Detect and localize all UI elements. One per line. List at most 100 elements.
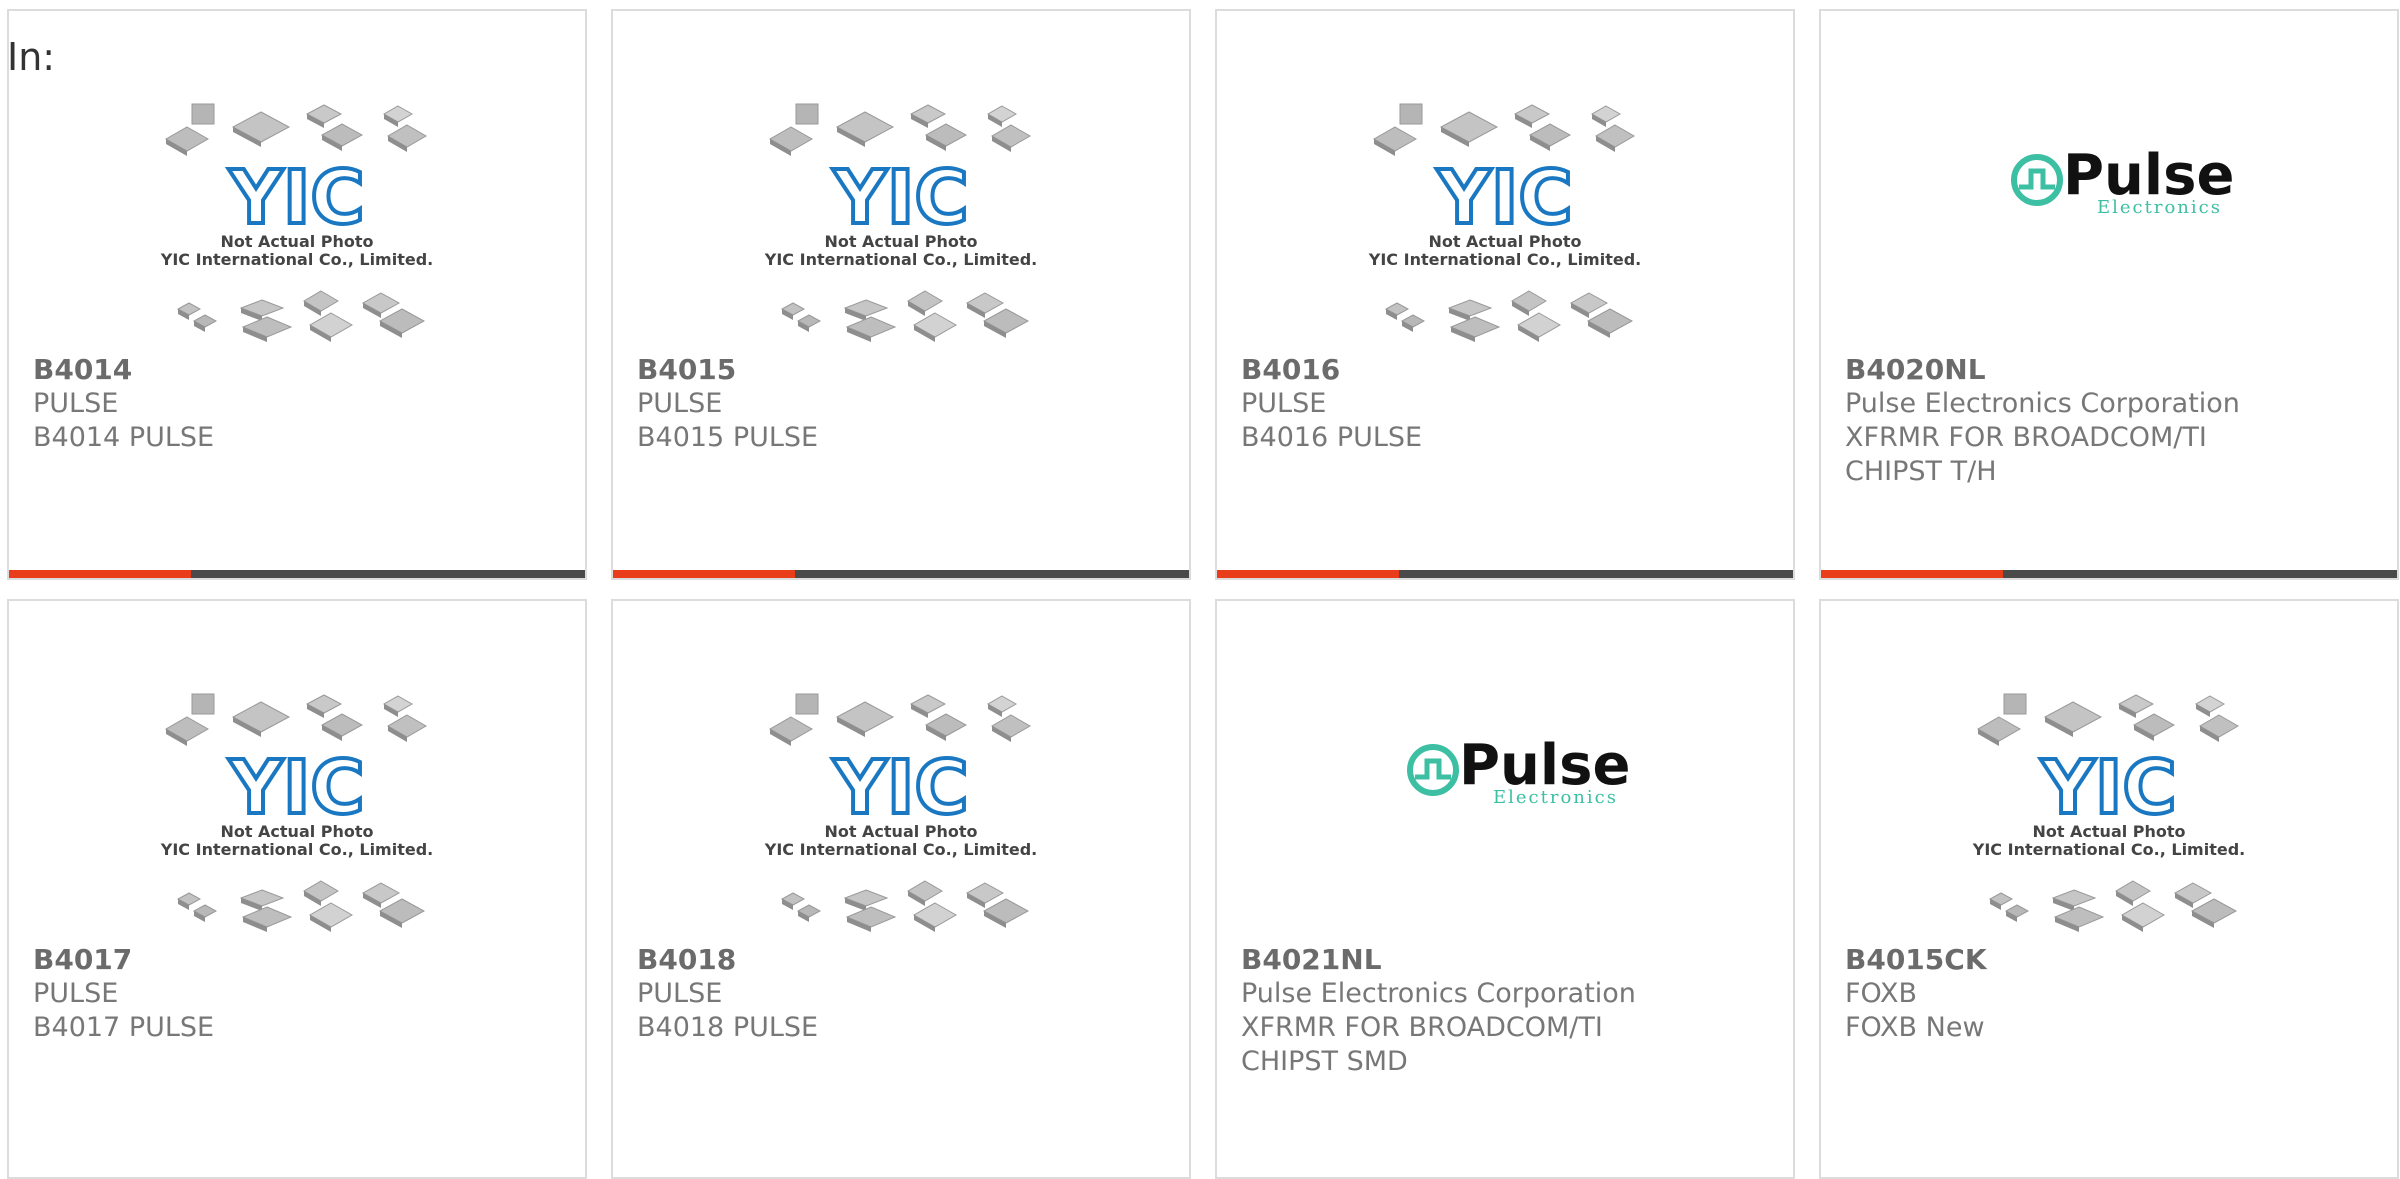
card-accent-bar	[1217, 570, 1399, 578]
product-card[interactable]: YIC Not Actual Photo YIC International Co.…	[611, 599, 1191, 1179]
product-card[interactable]: YIC Not Actual Photo YIC International Co.…	[7, 9, 587, 580]
product-image[interactable]: YIC Not Actual Photo YIC International Co.…	[613, 601, 1189, 941]
yic-placeholder-image: YICNot Actual PhotoYIC International Co.…	[764, 103, 1037, 342]
yic-company-text: YIC International Co., Limited.	[160, 250, 433, 269]
card-bottom-bar	[1821, 570, 2397, 578]
product-card[interactable]: YIC Not Actual Photo YIC International Co.…	[1819, 599, 2399, 1179]
chip-square	[2003, 693, 2027, 715]
yic-company-text: YIC International Co., Limited.	[764, 840, 1037, 859]
not-actual-photo-text: Not Actual Photo	[220, 822, 373, 841]
yic-placeholder-image: YICNot Actual PhotoYIC International Co.…	[160, 693, 433, 932]
yic-company-text: YIC International Co., Limited.	[764, 250, 1037, 269]
card-bottom-bar	[9, 570, 585, 578]
product-image[interactable]: YIC Not Actual Photo YIC International Co.…	[9, 601, 585, 941]
part-number[interactable]: B4018	[637, 943, 1157, 977]
pulse-logo-sub: Electronics	[2097, 197, 2222, 218]
manufacturer: Pulse Electronics Corporation	[1241, 978, 1636, 1009]
chip-group-bottom	[1384, 290, 1634, 342]
yic-logo: YIC	[228, 745, 364, 831]
product-image[interactable]: YIC Not Actual Photo YIC International Co.…	[1217, 11, 1793, 351]
chip-square	[1399, 103, 1423, 125]
part-number[interactable]: B4016	[1241, 353, 1761, 387]
chip-shape	[835, 701, 895, 733]
yic-placeholder-image: YICNot Actual PhotoYIC International Co.…	[1972, 693, 2245, 932]
pulse-logo-circle	[1407, 744, 1459, 796]
yic-placeholder-image: YICNot Actual PhotoYIC International Co.…	[160, 103, 433, 342]
product-card[interactable]: YIC Not Actual Photo YIC International Co.…	[7, 599, 587, 1179]
chip-group-top	[768, 693, 1031, 746]
description: B4015 PULSE	[637, 422, 819, 453]
part-number[interactable]: B4015	[637, 353, 1157, 387]
chip-group-bottom	[780, 290, 1030, 342]
chip-shape	[1439, 111, 1499, 143]
chip-group-top	[164, 693, 427, 746]
product-image[interactable]: YIC Not Actual Photo YIC International Co.…	[613, 11, 1189, 351]
yic-placeholder-image: YICNot Actual PhotoYIC International Co.…	[764, 693, 1037, 932]
chip-group-bottom	[1988, 880, 2238, 932]
part-number[interactable]: B4020NL	[1845, 353, 2365, 387]
description: XFRMR FOR BROADCOM/TI	[1845, 422, 2207, 453]
card-accent-bar	[613, 570, 795, 578]
not-actual-photo-text: Not Actual Photo	[1428, 232, 1581, 251]
card-bottom-bar	[1217, 570, 1793, 578]
chip-group-bottom	[176, 880, 426, 932]
pulse-logo-sub: Electronics	[1493, 787, 1618, 808]
pulse-logo-image: PulseElectronics	[2011, 143, 2234, 218]
yic-logo: YIC	[2040, 745, 2176, 831]
filter-in-label: In:	[7, 35, 56, 79]
pulse-logo-image: PulseElectronics	[1407, 733, 1630, 808]
chip-shape	[231, 701, 291, 733]
chip-group-top	[164, 103, 427, 156]
chip-square	[191, 693, 215, 715]
card-accent-bar	[1821, 570, 2003, 578]
card-accent-bar	[9, 570, 191, 578]
description-2: CHIPST SMD	[1241, 1046, 1408, 1077]
product-card[interactable]: Pulse Electronics B4021NL Pulse Electroni…	[1215, 599, 1795, 1179]
part-number[interactable]: B4017	[33, 943, 553, 977]
manufacturer: PULSE	[33, 978, 119, 1009]
part-number[interactable]: B4021NL	[1241, 943, 1761, 977]
chip-group-top	[1372, 103, 1635, 156]
chip-square	[795, 693, 819, 715]
description: XFRMR FOR BROADCOM/TI	[1241, 1012, 1603, 1043]
yic-logo: YIC	[832, 745, 968, 831]
pulse-logo-wave	[1415, 758, 1451, 780]
yic-company-text: YIC International Co., Limited.	[1368, 250, 1641, 269]
not-actual-photo-text: Not Actual Photo	[2032, 822, 2185, 841]
product-card[interactable]: YIC Not Actual Photo YIC International Co.…	[1215, 9, 1795, 580]
part-number[interactable]: B4014	[33, 353, 553, 387]
part-number[interactable]: B4015CK	[1845, 943, 2365, 977]
chip-group-bottom	[780, 880, 1030, 932]
pulse-logo-wave	[2019, 168, 2055, 190]
manufacturer: PULSE	[637, 388, 723, 419]
product-card[interactable]: Pulse Electronics B4020NL Pulse Electroni…	[1819, 9, 2399, 580]
description-2: CHIPST T/H	[1845, 456, 1997, 487]
manufacturer: PULSE	[637, 978, 723, 1009]
description: B4018 PULSE	[637, 1012, 819, 1043]
chip-group-top	[1976, 693, 2239, 746]
chip-shape	[835, 111, 895, 143]
pulse-logo-circle	[2011, 154, 2063, 206]
chip-group-bottom	[176, 290, 426, 342]
product-image[interactable]: YIC Not Actual Photo YIC International Co.…	[1821, 601, 2397, 941]
product-image[interactable]: Pulse Electronics	[1821, 11, 2397, 351]
yic-logo: YIC	[228, 155, 364, 241]
product-image[interactable]: Pulse Electronics	[1217, 601, 1793, 941]
yic-logo: YIC	[832, 155, 968, 241]
manufacturer: Pulse Electronics Corporation	[1845, 388, 2240, 419]
product-image[interactable]: YIC Not Actual Photo YIC International Co.…	[9, 11, 585, 351]
product-card[interactable]: YIC Not Actual Photo YIC International Co.…	[611, 9, 1191, 580]
yic-logo: YIC	[1436, 155, 1572, 241]
card-bottom-bar	[613, 570, 1189, 578]
manufacturer: PULSE	[33, 388, 119, 419]
chip-shape	[2043, 701, 2103, 733]
chip-group-top	[768, 103, 1031, 156]
chip-shape	[231, 111, 291, 143]
yic-placeholder-image: YICNot Actual PhotoYIC International Co.…	[1368, 103, 1641, 342]
not-actual-photo-text: Not Actual Photo	[824, 822, 977, 841]
not-actual-photo-text: Not Actual Photo	[220, 232, 373, 251]
manufacturer: FOXB	[1845, 978, 1918, 1009]
yic-company-text: YIC International Co., Limited.	[160, 840, 433, 859]
description: B4016 PULSE	[1241, 422, 1423, 453]
chip-square	[191, 103, 215, 125]
